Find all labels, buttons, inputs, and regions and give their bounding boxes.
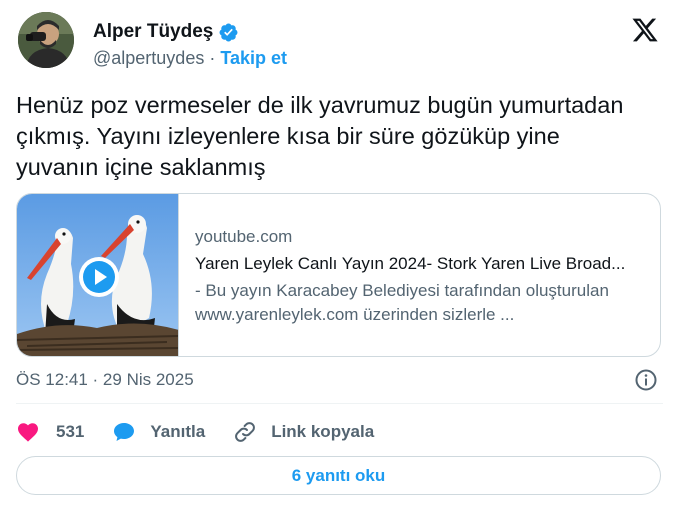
copy-link-button[interactable]: Link kopyala xyxy=(233,420,374,444)
avatar[interactable] xyxy=(18,12,74,68)
like-button[interactable]: 531 xyxy=(16,420,84,444)
storks-video-thumbnail xyxy=(17,194,179,356)
link-icon xyxy=(235,422,256,442)
heart-icon xyxy=(18,423,38,442)
handle-line: @alpertuydes · Takip et xyxy=(93,48,287,69)
tweet-text-line: çıkmış. Yayını izleyenlere kısa bir süre… xyxy=(16,123,560,149)
card-title[interactable]: Yaren Leylek Canlı Yayın 2024- Stork Yar… xyxy=(195,253,655,275)
follow-button[interactable]: Takip et xyxy=(220,48,287,69)
read-replies-button[interactable]: 6 yanıtı oku xyxy=(16,456,661,495)
play-icon[interactable] xyxy=(78,256,120,298)
action-bar: 531 Yanıtla Link kopyala xyxy=(16,418,402,446)
card-description: - Bu yayın Karacabey Belediyesi tarafınd… xyxy=(195,279,655,327)
x-logo-icon[interactable] xyxy=(631,16,659,44)
person-with-binoculars-icon xyxy=(18,12,74,68)
name-line: Alper Tüydeş xyxy=(93,21,239,43)
card-description-line: - Bu yayın Karacabey Belediyesi tarafınd… xyxy=(195,281,609,300)
tweet-text: Henüz poz vermeseler de ilk yavrumuz bug… xyxy=(16,90,666,183)
verified-badge-icon xyxy=(218,22,239,43)
tweet-text-line: yuvanın içine saklanmış xyxy=(16,154,266,180)
card-description-line: www.yarenleylek.com üzerinden sizlerle .… xyxy=(195,305,515,324)
author-handle[interactable]: @alpertuydes xyxy=(93,48,204,69)
link-preview-card[interactable]: youtube.com Yaren Leylek Canlı Yayın 202… xyxy=(16,193,661,357)
reply-button[interactable]: Yanıtla xyxy=(112,420,205,444)
divider xyxy=(16,403,663,404)
display-name[interactable]: Alper Tüydeş xyxy=(93,21,213,43)
tweet-text-line: Henüz poz vermeseler de ilk yavrumuz bug… xyxy=(16,92,624,118)
separator: · xyxy=(209,48,216,68)
like-count: 531 xyxy=(56,422,85,441)
tweet-timestamp[interactable]: ÖS 12:41 · 29 Nis 2025 xyxy=(16,370,194,390)
card-body: youtube.com Yaren Leylek Canlı Yayın 202… xyxy=(179,194,660,356)
tweet-header: Alper Tüydeş @alpertuydes · Takip et xyxy=(16,12,663,72)
reply-label: Yanıtla xyxy=(150,422,206,441)
speech-bubble-icon xyxy=(114,423,135,441)
copy-link-label: Link kopyala xyxy=(271,422,375,441)
info-icon[interactable] xyxy=(634,368,658,392)
card-domain: youtube.com xyxy=(195,227,293,246)
